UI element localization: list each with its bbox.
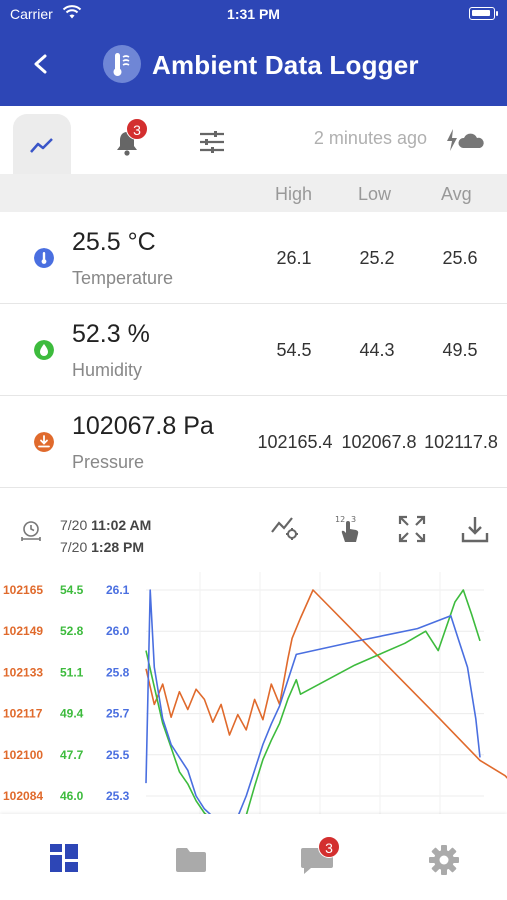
app-header: Carrier 1:31 PM Ambient Data Logger: [0, 0, 507, 106]
toolbar: 3 2 minutes ago: [0, 106, 507, 174]
folder-icon[interactable]: [174, 846, 208, 874]
temperature-axis-tick: 25.8: [106, 665, 130, 679]
status-bar: Carrier 1:31 PM: [0, 0, 507, 30]
humidity-axis-tick: 49.4: [60, 707, 84, 721]
temperature-high: 26.1: [276, 248, 312, 268]
humidity-axis-tick: 52.8: [60, 624, 84, 638]
download-icon[interactable]: [460, 514, 490, 544]
pressure-axis-tick: 102117: [3, 707, 43, 721]
pressure-axis-tick: 102165: [3, 583, 43, 597]
series-line-temperature[interactable]: [145, 589, 481, 814]
time-range[interactable]: 7/20 11:02 AM 7/20 1:28 PM: [60, 514, 151, 558]
range-start-date: 7/20: [60, 517, 88, 533]
temperature-value: 25.5 °C: [72, 228, 156, 256]
temperature-axis-tick: 25.7: [106, 707, 130, 721]
humidity-axis-tick: 46.0: [60, 789, 84, 803]
last-updated-text: 2 minutes ago: [313, 128, 427, 148]
chart-canvas[interactable]: 102165 102149 102133 102117 102100 102084 54.5…: [0, 572, 507, 814]
pressure-axis-tick: 102100: [3, 748, 43, 762]
pressure-high: 102165.4: [257, 432, 333, 452]
pressure-avg: 102117.8: [424, 432, 498, 452]
messages-badge: 3: [318, 836, 340, 858]
stats-table-header: High Low Avg: [0, 174, 507, 212]
temperature-avg: 25.6: [442, 248, 478, 268]
pressure-gauge-icon: [34, 432, 54, 452]
range-start-time: 11:02 AM: [91, 517, 152, 533]
range-end-date: 7/20: [60, 539, 88, 555]
sensor-row-pressure[interactable]: 102067.8 Pa Pressure 102165.4 102067.8 1…: [0, 396, 507, 488]
humidity-drop-icon: [34, 340, 54, 360]
column-header-low: Low: [358, 184, 392, 204]
page-title: Ambient Data Logger: [152, 50, 419, 80]
settings-sliders-icon[interactable]: [198, 130, 226, 154]
chart-settings-icon[interactable]: [270, 514, 300, 542]
pressure-axis-tick: 102133: [3, 665, 43, 679]
battery-icon: [469, 7, 498, 20]
dashboard-icon[interactable]: [48, 842, 80, 874]
alerts-badge: 3: [126, 118, 148, 140]
humidity-high: 54.5: [276, 340, 312, 360]
sensor-row-temperature[interactable]: 25.5 °C Temperature 26.1 25.2 25.6: [0, 212, 507, 304]
chart-toolbar: 7/20 11:02 AM 7/20 1:28 PM 12 3: [0, 494, 507, 564]
humidity-axis-tick: 47.7: [60, 748, 84, 762]
tab-chart[interactable]: [13, 114, 71, 174]
line-chart-icon: [30, 138, 53, 153]
back-chevron-icon[interactable]: [28, 48, 56, 80]
sensor-row-humidity[interactable]: 52.3 % Humidity 54.5 44.3 49.5: [0, 304, 507, 396]
clock: 1:31 PM: [227, 6, 280, 22]
pressure-axis-tick: 102149: [3, 624, 43, 638]
humidity-avg: 49.5: [442, 340, 478, 360]
humidity-axis-tick: 51.1: [60, 665, 84, 679]
temperature-low: 25.2: [359, 248, 395, 268]
gear-icon[interactable]: [428, 844, 460, 876]
column-header-high: High: [275, 184, 313, 204]
temperature-axis-tick: 25.3: [106, 789, 130, 803]
bottom-tab-bar: 3: [0, 814, 507, 900]
thermometer-icon: [34, 248, 54, 268]
temperature-label: Temperature: [72, 268, 174, 288]
touch-values-icon[interactable]: 12 3: [334, 514, 362, 544]
temperature-axis-tick: 26.0: [106, 624, 130, 638]
column-header-avg: Avg: [441, 184, 472, 204]
temperature-axis-tick: 25.5: [106, 748, 130, 762]
fullscreen-icon[interactable]: [397, 514, 427, 544]
pressure-low: 102067.8: [341, 432, 417, 452]
app-logo-icon: [103, 45, 141, 83]
humidity-axis-tick: 54.5: [60, 583, 84, 597]
humidity-value: 52.3 %: [72, 320, 150, 348]
cloud-sync-icon[interactable]: [445, 126, 485, 154]
pressure-axis-tick: 102084: [3, 789, 43, 803]
humidity-label: Humidity: [72, 360, 143, 380]
humidity-low: 44.3: [359, 340, 395, 360]
sensor-chart[interactable]: 102165 102149 102133 102117 102100 102084 54.5…: [0, 572, 507, 814]
time-range-icon[interactable]: [20, 520, 42, 542]
temperature-axis-tick: 26.1: [106, 583, 130, 597]
pressure-label: Pressure: [72, 452, 145, 472]
pressure-value: 102067.8 Pa: [72, 412, 214, 440]
svg-text:3: 3: [351, 515, 356, 524]
range-end-time: 1:28 PM: [91, 539, 145, 555]
svg-text:12: 12: [335, 515, 345, 524]
